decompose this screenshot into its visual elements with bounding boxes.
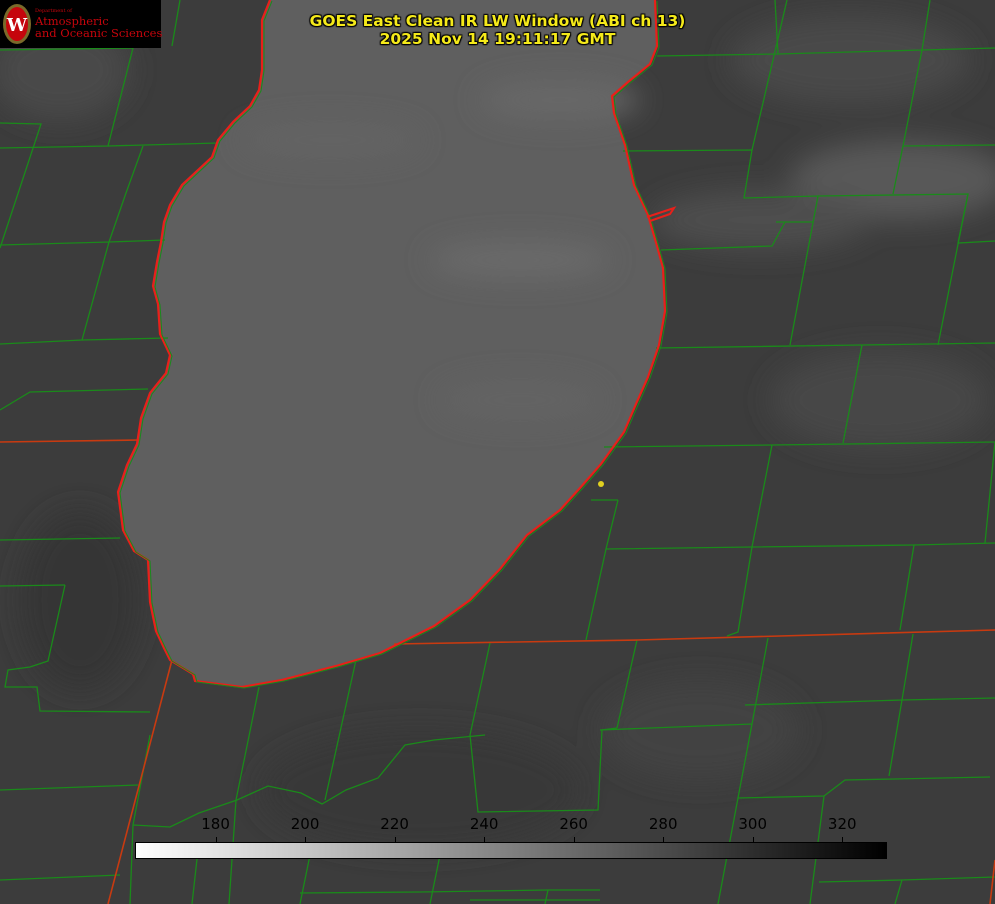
image-title: GOES East Clean IR LW Window (ABI ch 13)	[309, 12, 686, 30]
ir-satellite-map	[0, 0, 995, 904]
colorbar-tick-label: 200	[290, 815, 320, 833]
colorbar-tick-label: 180	[201, 815, 230, 833]
location-marker	[598, 481, 604, 487]
colorbar-tick-label: 300	[738, 815, 768, 833]
colorbar-tick-label: 280	[648, 815, 678, 833]
satellite-image-viewer: W Department of Atmospheric and Oceanic …	[0, 0, 995, 904]
colorbar-tick-label: 320	[827, 815, 857, 833]
colorbar	[135, 842, 887, 859]
colorbar-tick-label: 260	[559, 815, 588, 833]
image-timestamp: 2025 Nov 14 19:11:17 GMT	[379, 30, 616, 48]
colorbar-tick-label: 220	[380, 815, 409, 833]
colorbar-tick-label: 240	[469, 815, 499, 833]
